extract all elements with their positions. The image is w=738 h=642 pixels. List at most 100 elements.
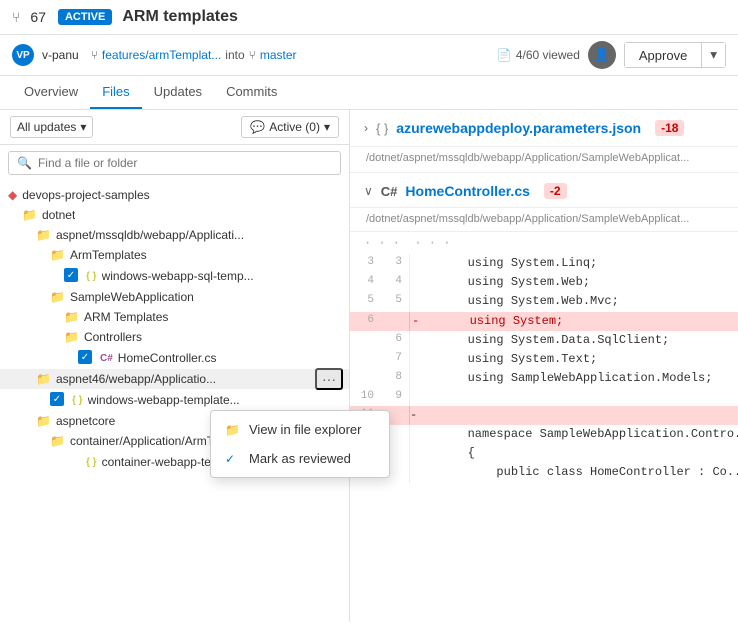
- code-ns: namespace SampleWebApplication.Contro...: [410, 425, 738, 444]
- tree-item-windows-sql[interactable]: ✓ { } windows-webapp-sql-temp...: [0, 265, 349, 287]
- code-content-7: using System.Text;: [410, 350, 597, 369]
- code-row-7: 7 using System.Text;: [350, 350, 738, 369]
- checkbox-homecontroller[interactable]: ✓: [78, 350, 94, 366]
- tree-item-repo[interactable]: ◆ devops-project-samples: [0, 185, 349, 205]
- folder-icon-armtemplates1: 📁: [50, 248, 65, 262]
- code-block: · · · · · · 3 3 using System.Linq; 4 4 u…: [350, 232, 738, 483]
- armtemplates2-label: ARM Templates: [84, 310, 168, 324]
- main-content: All updates ▾ 💬 Active (0) ▾ 🔍 ◆ devops-…: [0, 110, 738, 622]
- ctx-view-explorer[interactable]: 📁 View in file explorer: [211, 415, 389, 444]
- checked-icon-3: ✓: [50, 392, 64, 406]
- viewed-count: 📄 4/60 viewed: [497, 48, 580, 62]
- branch-to-icon: ⑂: [249, 48, 256, 62]
- folder-icon-controllers: 📁: [64, 330, 79, 344]
- code-cls: public class HomeController : Co...: [410, 463, 738, 482]
- tree-item-aspnet1[interactable]: 📁 aspnet/mssqldb/webapp/Applicati...: [0, 225, 349, 245]
- file-explorer-icon: 📁: [225, 423, 241, 437]
- tree-item-controllers[interactable]: 📁 Controllers: [0, 327, 349, 347]
- file1-brace-icon: { }: [376, 121, 388, 136]
- file2-collapse-btn[interactable]: ∨: [364, 184, 373, 198]
- repo-icon: ◆: [8, 188, 17, 202]
- branch-to-link[interactable]: master: [260, 48, 297, 62]
- filter-row: All updates ▾ 💬 Active (0) ▾: [0, 110, 349, 145]
- code-row-5: 5 5 using System.Web.Mvc;: [350, 292, 738, 311]
- active-badge: ACTIVE: [58, 9, 112, 25]
- all-updates-filter[interactable]: All updates ▾: [10, 116, 93, 138]
- branch-from-icon: ⑂: [91, 48, 98, 62]
- pr-title: ARM templates: [122, 8, 238, 26]
- windows-sql-label: windows-webapp-sql-temp...: [102, 269, 254, 283]
- avatar: VP: [12, 44, 34, 66]
- tab-commits[interactable]: Commits: [214, 76, 289, 109]
- ln-old-5: 5: [350, 292, 378, 311]
- branch-from: ⑂ features/armTemplat... into ⑂ master: [91, 48, 297, 62]
- ln-new-7: 7: [378, 350, 406, 369]
- tree-item-aspnet46[interactable]: 📁 aspnet46/webapp/Applicatio... ···: [0, 369, 349, 389]
- tree-item-samplewebapp[interactable]: 📁 SampleWebApplication: [0, 287, 349, 307]
- top-bar: ⑂ 67 ACTIVE ARM templates: [0, 0, 738, 35]
- aspnet1-label: aspnet/mssqldb/webapp/Applicati...: [56, 228, 244, 242]
- tab-updates[interactable]: Updates: [142, 76, 214, 109]
- checkbox-windows-webapp[interactable]: ✓: [50, 392, 66, 408]
- ln-new-3: 3: [378, 254, 406, 273]
- ln-old-8: [350, 369, 378, 388]
- approve-btn-group: Approve ▾: [624, 42, 726, 68]
- aspnet46-label: aspnet46/webapp/Applicatio...: [56, 372, 216, 386]
- checked-icon-2: ✓: [78, 350, 92, 364]
- branch-from-link[interactable]: features/armTemplat...: [102, 48, 221, 62]
- tree-item-dotnet[interactable]: 📁 dotnet: [0, 205, 349, 225]
- code-row-4: 4 4 using System.Web;: [350, 273, 738, 292]
- code-row-cls: public class HomeController : Co...: [350, 463, 738, 482]
- csharp-badge: C#: [381, 184, 398, 199]
- approve-button[interactable]: Approve: [625, 43, 702, 67]
- file-tree: ◆ devops-project-samples 📁 dotnet 📁 aspn…: [0, 181, 349, 622]
- checkbox-empty[interactable]: [64, 454, 80, 470]
- checkbox-windows-sql[interactable]: ✓: [64, 268, 80, 284]
- folder-icon-aspnet1: 📁: [36, 228, 51, 242]
- ellipsis-row: · · · · · ·: [350, 232, 738, 254]
- pr-number: 67: [30, 9, 46, 25]
- active-filter[interactable]: 💬 Active (0) ▾: [241, 116, 339, 138]
- tree-item-homecontroller[interactable]: ✓ C# HomeController.cs: [0, 347, 349, 369]
- code-row-8: 8 using SampleWebApplication.Models;: [350, 369, 738, 388]
- code-content-6b: using System.Data.SqlClient;: [410, 331, 669, 350]
- ctx-mark-reviewed[interactable]: ✓ Mark as reviewed: [211, 444, 389, 473]
- code-row-3: 3 3 using System.Linq;: [350, 254, 738, 273]
- tab-overview[interactable]: Overview: [12, 76, 90, 109]
- code-content-8: using SampleWebApplication.Models;: [410, 369, 712, 388]
- code-content-6-removed: - using System;: [410, 312, 563, 331]
- tree-item-windows-webapp[interactable]: ✓ { } windows-webapp-template...: [0, 389, 349, 411]
- file1-path: /dotnet/aspnet/mssqldb/webapp/Applicatio…: [366, 152, 689, 164]
- file1-collapse-btn[interactable]: ›: [364, 121, 368, 135]
- empty-checkbox: [64, 454, 78, 468]
- tab-files[interactable]: Files: [90, 76, 141, 109]
- cs-icon-homecontroller: C#: [100, 353, 113, 364]
- search-input[interactable]: [38, 156, 332, 170]
- code-content-11: -: [410, 406, 417, 425]
- ln-new-4: 4: [378, 273, 406, 292]
- search-icon: 🔍: [17, 156, 32, 170]
- file1-diff-badge: -18: [655, 120, 684, 136]
- ln-old-6: 6: [350, 312, 378, 331]
- three-dots-button[interactable]: ···: [315, 368, 343, 390]
- windows-webapp-label: windows-webapp-template...: [88, 393, 240, 407]
- reviewer-avatar: 👤: [588, 41, 616, 69]
- active-filter-label: Active (0): [269, 120, 320, 134]
- code-row-6-removed: 6 - using System;: [350, 312, 738, 331]
- tree-item-armtemplates2[interactable]: 📁 ARM Templates: [0, 307, 349, 327]
- ln-old-10: 10: [350, 388, 378, 406]
- ln-new-5: 5: [378, 292, 406, 311]
- tree-item-armtemplates1[interactable]: 📁 ArmTemplates: [0, 245, 349, 265]
- code-row-6-new: 6 using System.Data.SqlClient;: [350, 331, 738, 350]
- file1-header: › { } azurewebappdeploy.parameters.json …: [350, 110, 738, 147]
- approve-chevron-button[interactable]: ▾: [702, 43, 725, 67]
- folder-icon-aspnet46: 📁: [36, 372, 51, 386]
- folder-icon-aspnetcore: 📁: [36, 414, 51, 428]
- code-row-ns: namespace SampleWebApplication.Contro...: [350, 425, 738, 444]
- ln-old-4: 4: [350, 273, 378, 292]
- ln-new-6: [378, 312, 406, 331]
- json-icon-container-webapp: { }: [86, 457, 97, 468]
- user-row: VP v-panu ⑂ features/armTemplat... into …: [0, 35, 738, 76]
- pr-icon: ⑂: [12, 9, 20, 25]
- ln-old-6b: [350, 331, 378, 350]
